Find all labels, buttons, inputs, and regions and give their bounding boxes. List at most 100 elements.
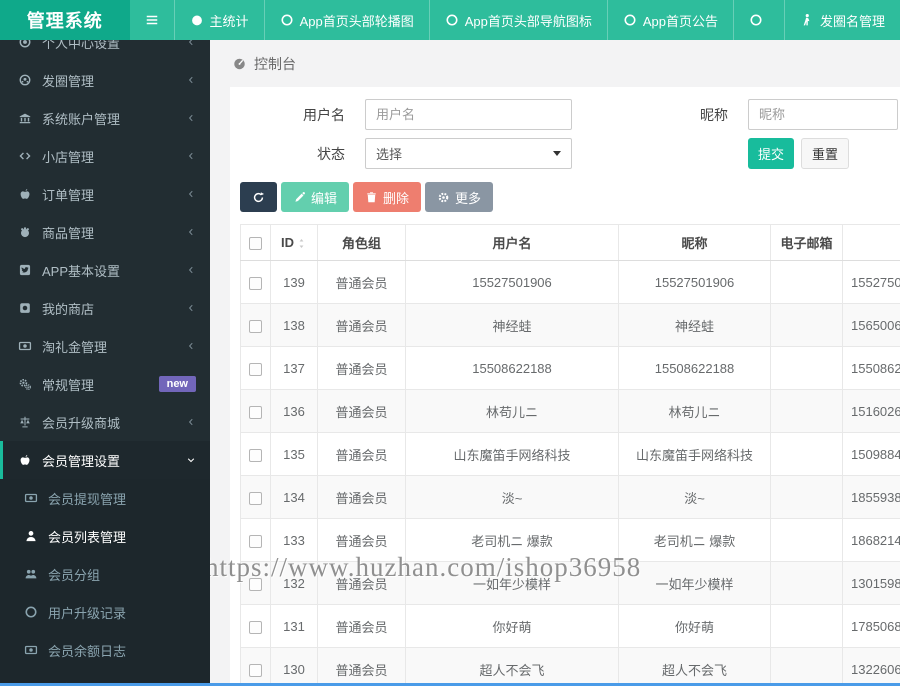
caret-down-icon xyxy=(553,151,561,156)
cell-username: 超人不会飞 xyxy=(405,647,619,686)
cell-id: 130 xyxy=(270,647,318,686)
sidebar: 个人中心设置 发圈管理 系统账户管理 小店管理 订单管理 商品管理 APP基本设… xyxy=(0,40,210,686)
username-label: 用户名 xyxy=(303,106,345,123)
sidebar-item-label: 发圈管理 xyxy=(42,73,95,89)
trash-icon xyxy=(365,191,378,204)
nav-item-faquan-manage[interactable]: 发圈名管理 xyxy=(785,0,900,40)
sidebar-item-app-settings[interactable]: APP基本设置 xyxy=(0,251,210,289)
cell-id: 137 xyxy=(270,346,318,390)
cell-phone: 151602683 xyxy=(842,389,900,433)
table-toolbar: 编辑 删除 更多 xyxy=(240,182,900,212)
nav-item-circle[interactable] xyxy=(734,0,785,40)
row-checkbox[interactable] xyxy=(249,620,262,634)
table-row[interactable]: 133 普通会员 老司机ニ 爆款 老司机ニ 爆款 186821457 xyxy=(240,518,900,562)
row-checkbox-cell xyxy=(240,346,271,390)
row-checkbox-cell xyxy=(240,518,271,562)
username-input[interactable] xyxy=(365,99,572,130)
more-button[interactable]: 更多 xyxy=(425,182,494,212)
edit-button-label: 编辑 xyxy=(311,190,338,206)
cell-id: 138 xyxy=(270,303,318,347)
table-row[interactable]: 137 普通会员 15508622188 15508622188 1550862… xyxy=(240,346,900,390)
sidebar-item-system-accounts[interactable]: 系统账户管理 xyxy=(0,99,210,137)
cell-email xyxy=(770,561,843,605)
sidebar-item-label: 会员管理设置 xyxy=(42,453,121,469)
sidebar-item-faquan[interactable]: 发圈管理 xyxy=(0,61,210,99)
table-row[interactable]: 139 普通会员 15527501906 15527501906 1552750… xyxy=(240,260,900,304)
new-badge: new xyxy=(158,376,196,392)
sidebar-item-taolijin[interactable]: 淘礼金管理 xyxy=(0,327,210,365)
more-button-label: 更多 xyxy=(455,190,482,206)
cell-phone: 132260699 xyxy=(842,647,900,686)
sidebar-item-member-balance-log[interactable]: 会员余额日志 xyxy=(0,631,210,669)
cell-username: 山东魔笛手网络科技 xyxy=(405,432,619,476)
sidebar-item-general-manage[interactable]: 常规管理 new xyxy=(0,365,210,403)
row-checkbox[interactable] xyxy=(249,405,262,419)
sidebar-toggle-button[interactable] xyxy=(130,0,175,40)
table-row[interactable]: 132 普通会员 一如年少模样 一如年少模样 130159872 xyxy=(240,561,900,605)
nav-item-app-nav-icons[interactable]: App首页头部导航图标 xyxy=(430,0,608,40)
row-checkbox[interactable] xyxy=(249,319,262,333)
table-row[interactable]: 135 普通会员 山东魔笛手网络科技 山东魔笛手网络科技 150988487 xyxy=(240,432,900,476)
submit-button[interactable]: 提交 xyxy=(748,138,794,169)
table-row[interactable]: 136 普通会员 林苟儿ニ 林苟儿ニ 151602683 xyxy=(240,389,900,433)
header-id-label: ID xyxy=(281,235,294,250)
sidebar-item-member-groups[interactable]: 会员分组 xyxy=(0,555,210,593)
nav-item-label: 发圈名管理 xyxy=(819,13,885,29)
cell-nickname: 神经蛙 xyxy=(618,303,771,347)
row-checkbox[interactable] xyxy=(249,362,262,376)
row-checkbox[interactable] xyxy=(249,663,262,677)
top-bar: 管理系统 主统计 App首页头部轮播图 App首页头部导航图标 App首页公告 … xyxy=(0,0,900,40)
cell-email xyxy=(770,432,843,476)
header-id[interactable]: ID xyxy=(270,224,318,261)
edit-button[interactable]: 编辑 xyxy=(281,182,350,212)
sidebar-item-personal-center[interactable]: 个人中心设置 xyxy=(0,40,210,61)
select-all-checkbox[interactable] xyxy=(249,237,262,251)
nav-item-app-notice[interactable]: App首页公告 xyxy=(608,0,734,40)
breadcrumb: 控制台 xyxy=(210,40,900,87)
cell-username: 淡~ xyxy=(405,475,619,519)
row-checkbox-cell xyxy=(240,303,271,347)
chevron-left-icon xyxy=(186,113,196,123)
table-row[interactable]: 130 普通会员 超人不会飞 超人不会飞 132260699 xyxy=(240,647,900,686)
nav-item-app-carousel[interactable]: App首页头部轮播图 xyxy=(265,0,430,40)
refresh-button[interactable] xyxy=(240,182,277,212)
app-title: 管理系统 xyxy=(0,0,130,40)
sidebar-item-shop-manage[interactable]: 小店管理 xyxy=(0,137,210,175)
status-select[interactable]: 选择 xyxy=(365,138,572,169)
delete-button[interactable]: 删除 xyxy=(353,182,422,212)
futbol-icon xyxy=(18,73,32,87)
reset-button[interactable]: 重置 xyxy=(801,138,849,169)
chevron-left-icon xyxy=(186,303,196,313)
table-row[interactable]: 131 普通会员 你好萌 你好萌 178506886 xyxy=(240,604,900,648)
cell-email xyxy=(770,389,843,433)
sidebar-item-label: 淘礼金管理 xyxy=(42,339,108,355)
row-checkbox[interactable] xyxy=(249,276,262,290)
sidebar-item-member-withdraw[interactable]: 会员提现管理 xyxy=(0,479,210,517)
sidebar-item-member-manage-settings[interactable]: 会员管理设置 xyxy=(0,441,210,479)
cell-id: 139 xyxy=(270,260,318,304)
row-checkbox[interactable] xyxy=(249,448,262,462)
cell-id: 133 xyxy=(270,518,318,562)
nickname-input[interactable] xyxy=(748,99,898,130)
sidebar-item-my-store[interactable]: 我的商店 xyxy=(0,289,210,327)
sidebar-item-goods[interactable]: 商品管理 xyxy=(0,213,210,251)
cell-role: 普通会员 xyxy=(317,561,406,605)
table-row[interactable]: 138 普通会员 神经蛙 神经蛙 156500606 xyxy=(240,303,900,347)
sort-icon[interactable] xyxy=(296,238,307,249)
table-row[interactable]: 134 普通会员 淡~ 淡~ 185593868 xyxy=(240,475,900,519)
tachometer-icon xyxy=(190,13,204,27)
row-checkbox[interactable] xyxy=(249,534,262,548)
users-icon xyxy=(24,567,38,581)
sidebar-item-label: 订单管理 xyxy=(42,187,95,203)
sidebar-item-label: 我的商店 xyxy=(42,301,95,317)
cell-nickname: 山东魔笛手网络科技 xyxy=(618,432,771,476)
sidebar-item-member-list[interactable]: 会员列表管理 xyxy=(0,517,210,555)
row-checkbox[interactable] xyxy=(249,491,262,505)
sidebar-item-orders[interactable]: 订单管理 xyxy=(0,175,210,213)
header-phone: 手机号 xyxy=(842,224,900,261)
row-checkbox[interactable] xyxy=(249,577,262,591)
sidebar-item-member-upgrade-mall[interactable]: 会员升级商城 xyxy=(0,403,210,441)
sidebar-item-label: 个人中心设置 xyxy=(42,40,121,51)
sidebar-item-user-upgrade-records[interactable]: 用户升级记录 xyxy=(0,593,210,631)
nav-item-main-stats[interactable]: 主统计 xyxy=(175,0,265,40)
